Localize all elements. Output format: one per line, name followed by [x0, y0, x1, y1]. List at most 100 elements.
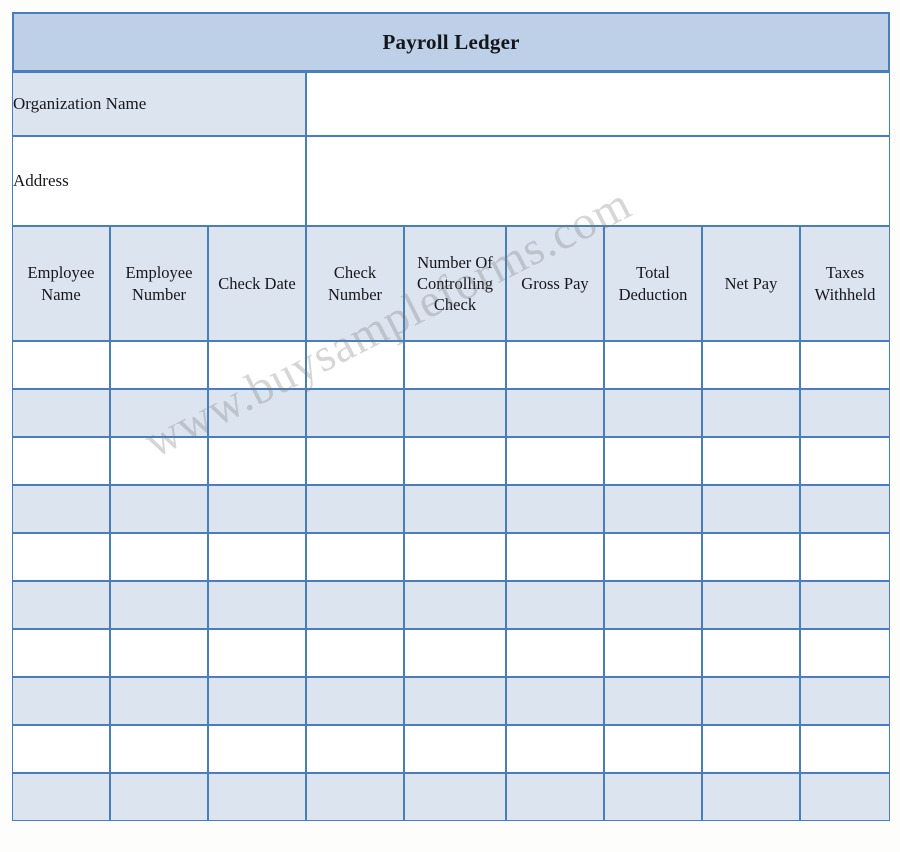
table-cell[interactable]	[506, 677, 604, 725]
table-cell[interactable]	[306, 533, 404, 581]
table-cell[interactable]	[208, 437, 306, 485]
organization-name-input[interactable]	[306, 72, 891, 136]
table-cell[interactable]	[12, 773, 110, 821]
table-cell[interactable]	[702, 437, 800, 485]
table-cell[interactable]	[306, 629, 404, 677]
table-cell[interactable]	[800, 725, 891, 773]
table-cell[interactable]	[702, 581, 800, 629]
address-row: Address	[12, 136, 891, 226]
table-cell[interactable]	[12, 581, 110, 629]
table-cell[interactable]	[12, 725, 110, 773]
table-row	[12, 341, 891, 389]
table-cell[interactable]	[506, 341, 604, 389]
table-cell[interactable]	[12, 677, 110, 725]
table-cell[interactable]	[404, 629, 506, 677]
table-cell[interactable]	[702, 485, 800, 533]
table-cell[interactable]	[506, 485, 604, 533]
table-cell[interactable]	[800, 773, 891, 821]
table-cell[interactable]	[208, 341, 306, 389]
table-cell[interactable]	[404, 581, 506, 629]
table-cell[interactable]	[604, 581, 702, 629]
table-row	[12, 725, 891, 773]
table-cell[interactable]	[306, 773, 404, 821]
table-cell[interactable]	[110, 677, 208, 725]
table-cell[interactable]	[208, 581, 306, 629]
column-header-employee-name: Employee Name	[12, 226, 110, 341]
table-cell[interactable]	[404, 725, 506, 773]
table-cell[interactable]	[506, 581, 604, 629]
table-cell[interactable]	[506, 389, 604, 437]
table-cell[interactable]	[208, 677, 306, 725]
table-cell[interactable]	[306, 341, 404, 389]
table-cell[interactable]	[506, 533, 604, 581]
table-cell[interactable]	[702, 533, 800, 581]
column-header-employee-number: Employee Number	[110, 226, 208, 341]
table-cell[interactable]	[208, 533, 306, 581]
table-cell[interactable]	[208, 485, 306, 533]
table-cell[interactable]	[110, 341, 208, 389]
table-cell[interactable]	[12, 629, 110, 677]
table-cell[interactable]	[702, 773, 800, 821]
table-cell[interactable]	[306, 485, 404, 533]
table-cell[interactable]	[306, 581, 404, 629]
table-cell[interactable]	[12, 437, 110, 485]
table-cell[interactable]	[306, 389, 404, 437]
table-cell[interactable]	[404, 485, 506, 533]
table-cell[interactable]	[800, 389, 891, 437]
table-cell[interactable]	[604, 773, 702, 821]
table-cell[interactable]	[208, 773, 306, 821]
table-cell[interactable]	[12, 533, 110, 581]
table-cell[interactable]	[110, 533, 208, 581]
table-cell[interactable]	[702, 629, 800, 677]
table-cell[interactable]	[702, 389, 800, 437]
table-cell[interactable]	[306, 725, 404, 773]
table-cell[interactable]	[604, 389, 702, 437]
table-cell[interactable]	[110, 437, 208, 485]
table-cell[interactable]	[110, 389, 208, 437]
table-cell[interactable]	[404, 389, 506, 437]
table-cell[interactable]	[800, 677, 891, 725]
table-cell[interactable]	[702, 341, 800, 389]
table-cell[interactable]	[306, 437, 404, 485]
table-cell[interactable]	[506, 437, 604, 485]
table-cell[interactable]	[306, 677, 404, 725]
table-cell[interactable]	[404, 677, 506, 725]
table-cell[interactable]	[208, 629, 306, 677]
table-cell[interactable]	[12, 389, 110, 437]
table-cell[interactable]	[604, 629, 702, 677]
table-cell[interactable]	[506, 725, 604, 773]
table-cell[interactable]	[208, 389, 306, 437]
table-cell[interactable]	[604, 341, 702, 389]
table-cell[interactable]	[110, 773, 208, 821]
address-input[interactable]	[306, 136, 891, 226]
table-cell[interactable]	[604, 725, 702, 773]
table-cell[interactable]	[506, 629, 604, 677]
table-cell[interactable]	[110, 581, 208, 629]
table-cell[interactable]	[604, 677, 702, 725]
table-cell[interactable]	[604, 437, 702, 485]
table-cell[interactable]	[208, 725, 306, 773]
table-cell[interactable]	[110, 725, 208, 773]
table-cell[interactable]	[604, 533, 702, 581]
table-cell[interactable]	[110, 485, 208, 533]
table-cell[interactable]	[702, 725, 800, 773]
table-row	[12, 677, 891, 725]
column-header-total-deduction: Total Deduction	[604, 226, 702, 341]
table-cell[interactable]	[800, 437, 891, 485]
table-cell[interactable]	[800, 533, 891, 581]
table-cell[interactable]	[702, 677, 800, 725]
table-cell[interactable]	[800, 629, 891, 677]
table-cell[interactable]	[110, 629, 208, 677]
table-cell[interactable]	[800, 341, 891, 389]
table-row	[12, 437, 891, 485]
table-cell[interactable]	[12, 485, 110, 533]
table-cell[interactable]	[800, 581, 891, 629]
table-cell[interactable]	[800, 485, 891, 533]
table-cell[interactable]	[506, 773, 604, 821]
table-cell[interactable]	[604, 485, 702, 533]
table-cell[interactable]	[12, 341, 110, 389]
table-cell[interactable]	[404, 341, 506, 389]
table-cell[interactable]	[404, 533, 506, 581]
table-cell[interactable]	[404, 437, 506, 485]
table-cell[interactable]	[404, 773, 506, 821]
